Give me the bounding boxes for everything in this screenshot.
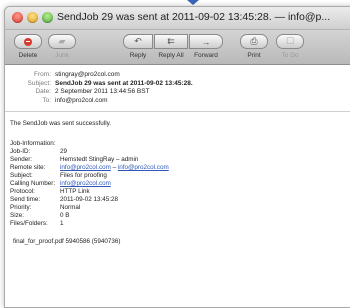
forward-arrow-icon: →	[201, 36, 211, 47]
subject-key: Subject:	[27, 79, 52, 87]
to-do-icon: ☐	[285, 36, 295, 46]
protocol-key: Protocol:	[10, 188, 35, 196]
reply-arrow-icon: ↶	[134, 36, 142, 46]
reply-all-button[interactable]: ⇇ Reply All	[154, 34, 188, 59]
remote-site-separator: –	[110, 164, 118, 172]
sender-row: Sender: Hemstedt StingRay – admin	[10, 156, 350, 164]
sender-value: Hemstedt StingRay – admin	[60, 156, 139, 164]
calling-number-key: Calling Number:	[10, 180, 56, 188]
print-label: Print	[247, 52, 261, 59]
minimize-window-button[interactable]	[27, 12, 38, 23]
from-key: From:	[34, 71, 51, 78]
subject-row: Subject: Files for proofing	[10, 172, 350, 180]
header-from-row: From: stingray@pro2col.com	[5, 71, 350, 80]
junk-button[interactable]: ▰ Junk	[48, 34, 76, 59]
window-title: SendJob 29 was sent at 2011-09-02 13:45:…	[57, 11, 331, 23]
dock-arrow-indicator	[187, 0, 199, 5]
job-id-value: 29	[60, 148, 68, 156]
subject-value: SendJob 29 was sent at 2011-09-02 13:45:…	[55, 79, 193, 87]
reply-button[interactable]: ↶ Reply	[123, 34, 153, 59]
priority-key: Priority:	[10, 204, 32, 212]
junk-label: Junk	[55, 52, 69, 59]
to-do-label: To Do	[281, 52, 299, 59]
size-row: Size: 0 B	[10, 212, 350, 220]
delete-button[interactable]: Delete	[14, 34, 42, 59]
protocol-value: HTTP Link	[60, 188, 90, 196]
message-header: From: stingray@pro2col.com Subject: Send…	[5, 65, 350, 105]
message-body: The SendJob was sent successfully. Job-I…	[5, 112, 350, 246]
job-subject-key: Subject:	[10, 172, 33, 180]
close-window-button[interactable]	[12, 12, 23, 23]
send-time-key: Send time:	[10, 196, 41, 204]
delete-label: Delete	[18, 52, 38, 59]
date-key: Date:	[35, 88, 51, 96]
intro-text: The SendJob was sent successfully.	[10, 120, 112, 128]
to-do-button[interactable]: ☐ To Do	[276, 34, 304, 59]
sender-key: Sender:	[10, 156, 33, 164]
header-to-row: To: info@pro2col.com	[5, 97, 350, 106]
job-subject-value: Files for proofing	[60, 172, 107, 180]
forward-label: Forward	[194, 52, 218, 59]
reply-all-icon: ⇇	[167, 36, 175, 46]
from-value[interactable]: stingray@pro2col.com	[55, 71, 120, 80]
remote-site-link-2[interactable]: info@pro2col.com	[118, 164, 169, 171]
files-folders-value: 1	[60, 220, 64, 228]
job-id-row: Job-ID: 29	[10, 148, 350, 156]
print-button[interactable]: ⎙ Print	[240, 34, 268, 59]
header-subject-row: Subject: SendJob 29 was sent at 2011-09-…	[5, 80, 350, 89]
forward-button[interactable]: → Forward	[189, 34, 223, 59]
files-folders-row: Files/Folders: 1	[10, 220, 350, 228]
mail-message-window: SendJob 29 was sent at 2011-09-02 13:45:…	[4, 6, 350, 308]
message-toolbar: Delete ▰ Junk ↶ Reply ⇇ Reply All → Forw…	[5, 30, 350, 65]
zoom-window-button[interactable]	[42, 12, 53, 23]
header-date-row: Date: 2 September 2011 13:44:56 BST	[5, 88, 350, 97]
calling-number-link[interactable]: info@pro2col.com	[60, 180, 111, 188]
send-time-row: Send time: 2011-09-02 13:45:28	[10, 196, 350, 204]
size-value: 0 B	[60, 212, 70, 220]
delete-icon	[24, 37, 32, 46]
calling-number-row: Calling Number: info@pro2col.com	[10, 180, 350, 188]
attachment-line[interactable]: final_for_proof.pdf 5940586 (5940736)	[10, 238, 350, 246]
files-folders-key: Files/Folders:	[10, 220, 48, 228]
reply-label: Reply	[129, 52, 147, 59]
junk-icon: ▰	[58, 36, 66, 46]
date-value: 2 September 2011 13:44:56 BST	[55, 88, 150, 96]
remote-site-row: Remote site: info@pro2col.com – info@pro…	[10, 164, 350, 172]
printer-icon: ⎙	[250, 36, 258, 46]
priority-value: Normal	[60, 204, 81, 212]
reply-all-label: Reply All	[158, 52, 184, 59]
to-value[interactable]: info@pro2col.com	[55, 97, 107, 106]
protocol-row: Protocol: HTTP Link	[10, 188, 350, 196]
title-bar[interactable]: SendJob 29 was sent at 2011-09-02 13:45:…	[5, 7, 350, 30]
send-time-value: 2011-09-02 13:45:28	[60, 196, 119, 204]
job-id-key: Job-ID:	[10, 148, 31, 156]
remote-site-link[interactable]: info@pro2col.com	[60, 164, 111, 171]
priority-row: Priority: Normal	[10, 204, 350, 212]
job-info-heading: Job-Information:	[10, 140, 56, 148]
size-key: Size:	[10, 212, 24, 220]
to-key: To:	[42, 96, 51, 104]
remote-site-key: Remote site:	[10, 164, 46, 172]
